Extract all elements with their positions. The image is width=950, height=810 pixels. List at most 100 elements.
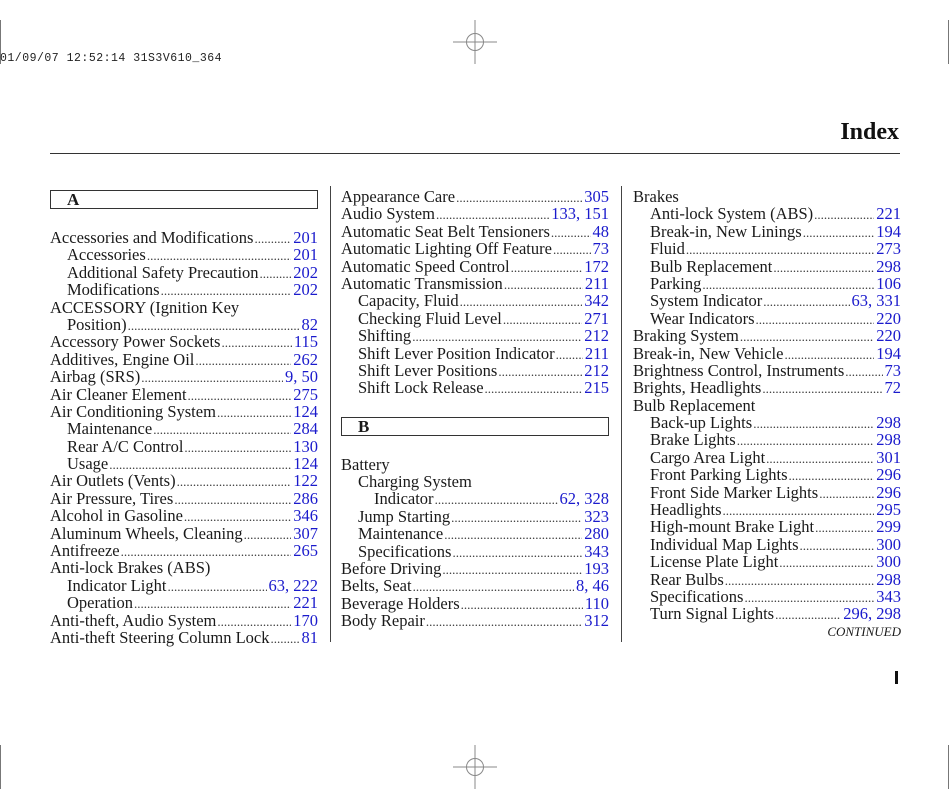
page-reference-link[interactable]: 201 xyxy=(293,229,318,247)
page-reference-link[interactable]: 271 xyxy=(584,309,609,327)
page-reference-link[interactable]: 275 xyxy=(293,385,318,403)
index-entry[interactable]: Anti-theft, Audio System 170 xyxy=(50,611,318,629)
page-reference-link[interactable]: 82 xyxy=(302,316,319,334)
index-entry[interactable]: Aluminum Wheels, Cleaning 307 xyxy=(50,524,318,542)
index-entry[interactable]: Specifications 343 xyxy=(633,588,901,606)
index-entry[interactable]: Specifications 343 xyxy=(341,542,609,560)
page-reference-link[interactable]: 265 xyxy=(293,542,318,560)
index-entry[interactable]: Body Repair 312 xyxy=(341,612,609,630)
index-entry[interactable]: Beverage Holders 110 xyxy=(341,594,609,612)
page-reference-link[interactable]: 110 xyxy=(585,594,609,612)
page-reference-link[interactable]: 73 xyxy=(885,361,902,379)
index-entry[interactable]: Alcohol in Gasoline 346 xyxy=(50,507,318,525)
index-entry[interactable]: Break-in, New Vehicle 194 xyxy=(633,344,901,362)
page-reference-link[interactable]: 301 xyxy=(876,448,901,466)
page-reference-link[interactable]: 312 xyxy=(584,612,609,630)
index-entry[interactable]: Usage 124 xyxy=(50,455,318,473)
page-reference-link[interactable]: 72 xyxy=(885,379,902,397)
index-entry[interactable]: Shift Lever Positions 212 xyxy=(341,361,609,379)
index-entry[interactable]: Front Side Marker Lights 296 xyxy=(633,483,901,501)
page-reference-link[interactable]: 201 xyxy=(293,246,318,264)
index-entry[interactable]: Shifting 212 xyxy=(341,327,609,345)
index-entry[interactable]: Automatic Transmission 211 xyxy=(341,275,609,293)
page-reference-link[interactable]: 130 xyxy=(293,437,318,455)
index-entry[interactable]: Maintenance 280 xyxy=(341,525,609,543)
page-reference-link[interactable]: 81 xyxy=(302,629,319,647)
index-entry[interactable]: Wear Indicators 220 xyxy=(633,309,901,327)
page-reference-link[interactable]: 124 xyxy=(293,402,318,420)
index-entry[interactable]: High-mount Brake Light 299 xyxy=(633,518,901,536)
index-entry[interactable]: Individual Map Lights 300 xyxy=(633,535,901,553)
index-entry[interactable]: Air Conditioning System 124 xyxy=(50,402,318,420)
page-reference-link[interactable]: 62, 328 xyxy=(560,490,610,508)
index-entry[interactable]: Automatic Seat Belt Tensioners 48 xyxy=(341,222,609,240)
page-reference-link[interactable]: 298 xyxy=(876,431,901,449)
index-entry[interactable]: Braking System 220 xyxy=(633,327,901,345)
page-reference-link[interactable]: 262 xyxy=(293,350,318,368)
index-entry[interactable]: Air Cleaner Element 275 xyxy=(50,385,318,403)
page-reference-link[interactable]: 220 xyxy=(876,309,901,327)
page-reference-link[interactable]: 63, 222 xyxy=(269,576,319,594)
page-reference-link[interactable]: 194 xyxy=(876,344,901,362)
page-reference-link[interactable]: 298 xyxy=(876,257,901,275)
page-reference-link[interactable]: 273 xyxy=(876,240,901,258)
page-reference-link[interactable]: 221 xyxy=(293,594,318,612)
index-entry[interactable]: Accessories 201 xyxy=(50,246,318,264)
index-entry[interactable]: Shift Lock Release 215 xyxy=(341,379,609,397)
index-entry[interactable]: Front Parking Lights 296 xyxy=(633,466,901,484)
index-entry[interactable]: Additives, Engine Oil 262 xyxy=(50,350,318,368)
index-entry[interactable]: Maintenance 284 xyxy=(50,420,318,438)
page-reference-link[interactable]: 170 xyxy=(293,611,318,629)
index-entry[interactable]: Indicator 62, 328 xyxy=(341,490,610,508)
index-entry[interactable]: Bulb Replacement 298 xyxy=(633,257,901,275)
index-entry[interactable]: Modifications 202 xyxy=(50,281,318,299)
index-entry[interactable]: Accessories and Modifications 201 xyxy=(50,229,318,247)
page-reference-link[interactable]: 295 xyxy=(876,501,901,519)
page-reference-link[interactable]: 133, 151 xyxy=(551,205,609,223)
index-entry[interactable]: System Indicator 63, 331 xyxy=(633,292,902,310)
index-entry[interactable]: Appearance Care 305 xyxy=(341,188,609,206)
index-entry[interactable]: Air Pressure, Tires 286 xyxy=(50,489,318,507)
page-reference-link[interactable]: 286 xyxy=(293,489,318,507)
page-reference-link[interactable]: 8, 46 xyxy=(576,577,609,595)
page-reference-link[interactable]: 298 xyxy=(876,570,901,588)
page-reference-link[interactable]: 215 xyxy=(584,379,609,397)
index-entry[interactable]: Position) 82 xyxy=(50,316,319,334)
page-reference-link[interactable]: 106 xyxy=(876,275,901,293)
index-entry[interactable]: Accessory Power Sockets 115 xyxy=(50,333,318,351)
index-entry[interactable]: Air Outlets (Vents) 122 xyxy=(50,472,318,490)
page-reference-link[interactable]: 115 xyxy=(294,333,318,351)
page-reference-link[interactable]: 212 xyxy=(584,327,609,345)
page-reference-link[interactable]: 305 xyxy=(584,188,609,206)
index-entry[interactable]: Fluid 273 xyxy=(633,240,901,258)
index-entry[interactable]: Automatic Lighting Off Feature 73 xyxy=(341,240,610,258)
page-reference-link[interactable]: 9, 50 xyxy=(285,368,318,386)
page-reference-link[interactable]: 202 xyxy=(293,263,318,281)
page-reference-link[interactable]: 343 xyxy=(876,588,901,606)
page-reference-link[interactable]: 307 xyxy=(293,524,318,542)
index-entry[interactable]: Jump Starting 323 xyxy=(341,507,609,525)
index-entry[interactable]: Back-up Lights 298 xyxy=(633,414,901,432)
page-reference-link[interactable]: 342 xyxy=(584,292,609,310)
index-entry[interactable]: Turn Signal Lights 296, 298 xyxy=(633,605,901,623)
index-entry[interactable]: Airbag (SRS) 9, 50 xyxy=(50,368,318,386)
index-entry[interactable]: License Plate Light 300 xyxy=(633,553,901,571)
page-reference-link[interactable]: 124 xyxy=(293,455,318,473)
page-reference-link[interactable]: 221 xyxy=(876,205,901,223)
page-reference-link[interactable]: 300 xyxy=(876,535,901,553)
page-reference-link[interactable]: 280 xyxy=(584,525,609,543)
index-entry[interactable]: Anti-theft Steering Column Lock 81 xyxy=(50,629,319,647)
page-reference-link[interactable]: 73 xyxy=(593,240,610,258)
page-reference-link[interactable]: 172 xyxy=(584,257,609,275)
page-reference-link[interactable]: 63, 331 xyxy=(852,292,902,310)
page-reference-link[interactable]: 193 xyxy=(584,560,609,578)
index-entry[interactable]: Capacity, Fluid 342 xyxy=(341,292,609,310)
page-reference-link[interactable]: 194 xyxy=(876,222,901,240)
page-reference-link[interactable]: 284 xyxy=(293,420,318,438)
index-entry[interactable]: Shift Lever Position Indicator 211 xyxy=(341,344,609,362)
page-reference-link[interactable]: 343 xyxy=(584,542,609,560)
page-reference-link[interactable]: 300 xyxy=(876,553,901,571)
index-entry[interactable]: Break-in, New Linings 194 xyxy=(633,222,901,240)
index-entry[interactable]: Rear A/C Control 130 xyxy=(50,437,318,455)
index-entry[interactable]: Automatic Speed Control 172 xyxy=(341,257,609,275)
